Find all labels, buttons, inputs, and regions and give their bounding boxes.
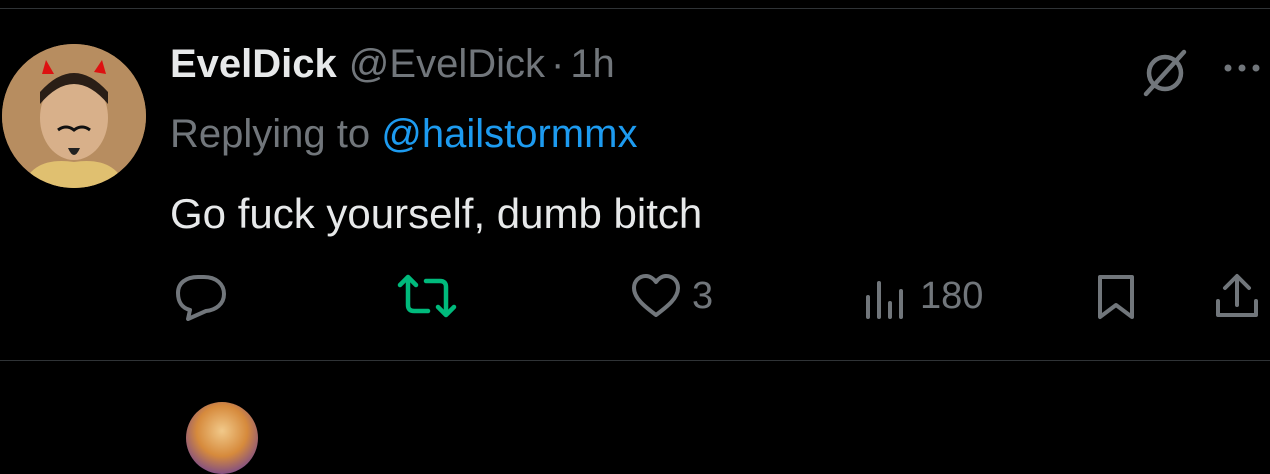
grok-icon[interactable] (1138, 46, 1192, 100)
repost-icon (397, 274, 457, 318)
heart-icon (632, 274, 680, 317)
like-button[interactable]: 3 (630, 266, 713, 326)
display-name[interactable]: EvelDick (170, 42, 337, 87)
reply-button[interactable] (170, 266, 232, 326)
replying-to: Replying to @hailstormmx (170, 112, 637, 157)
views-icon (866, 281, 903, 319)
bookmark-button[interactable] (1094, 266, 1138, 326)
divider-top (0, 8, 1270, 9)
reply-prefix: Replying to (170, 112, 371, 156)
reply-handle-link[interactable]: @hailstormmx (381, 112, 637, 156)
timestamp[interactable]: 1h (570, 42, 615, 87)
tweet-header: EvelDick @EvelDick · 1h (170, 42, 615, 92)
like-count: 3 (692, 274, 714, 317)
user-handle[interactable]: @EvelDick (349, 42, 545, 87)
separator-dot: · (550, 42, 565, 86)
view-count: 180 (920, 274, 984, 317)
share-button[interactable] (1212, 266, 1262, 326)
bookmark-icon (1098, 275, 1134, 319)
next-tweet-avatar[interactable] (186, 402, 258, 474)
profile-photo (2, 44, 146, 188)
views-button[interactable]: 180 (862, 266, 983, 326)
share-icon (1216, 274, 1258, 317)
more-icon[interactable] (1218, 60, 1266, 76)
repost-button[interactable] (396, 266, 458, 326)
avatar[interactable] (2, 44, 146, 188)
tweet-text: Go fuck yourself, dumb bitch (170, 190, 703, 237)
reply-icon (176, 275, 226, 321)
divider-bottom (0, 360, 1270, 361)
action-bar: 3 180 (0, 266, 1270, 326)
